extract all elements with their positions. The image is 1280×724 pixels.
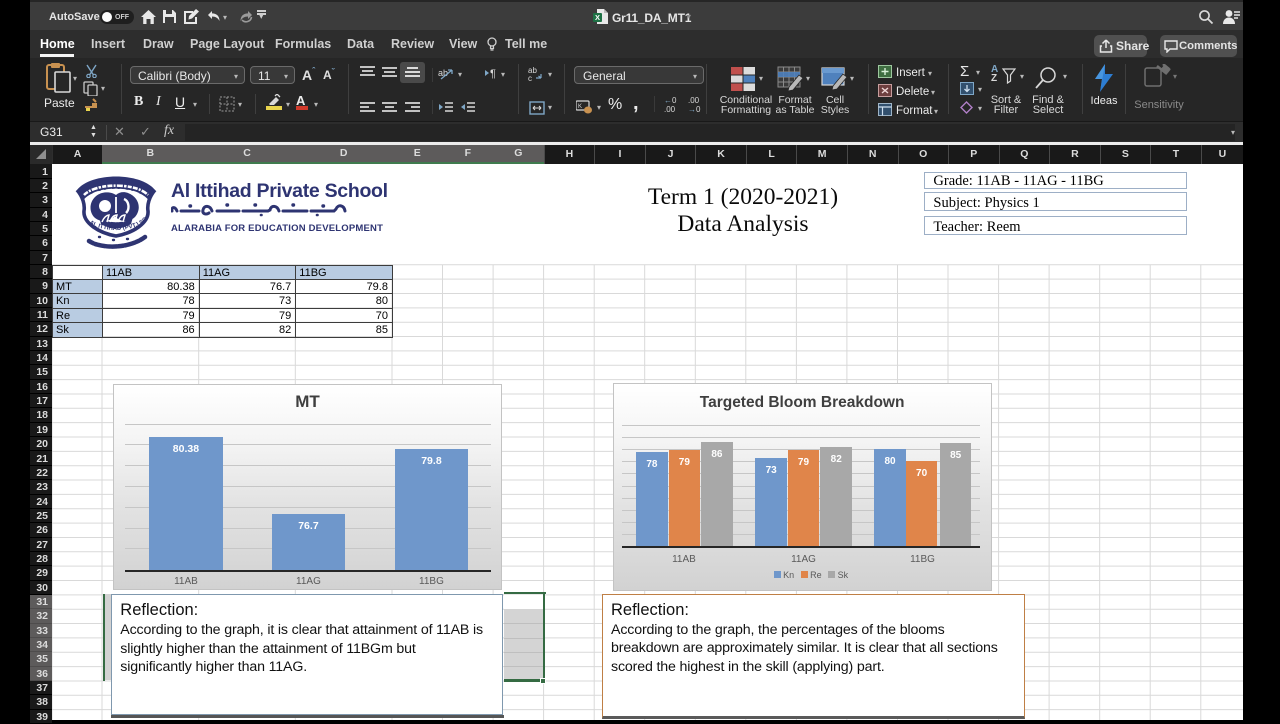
svg-text:ab: ab	[438, 68, 448, 78]
svg-text:K: K	[578, 104, 582, 110]
svg-text:¶: ¶	[490, 68, 496, 79]
svg-text:X: X	[595, 13, 600, 22]
svg-text:c: c	[528, 74, 532, 81]
